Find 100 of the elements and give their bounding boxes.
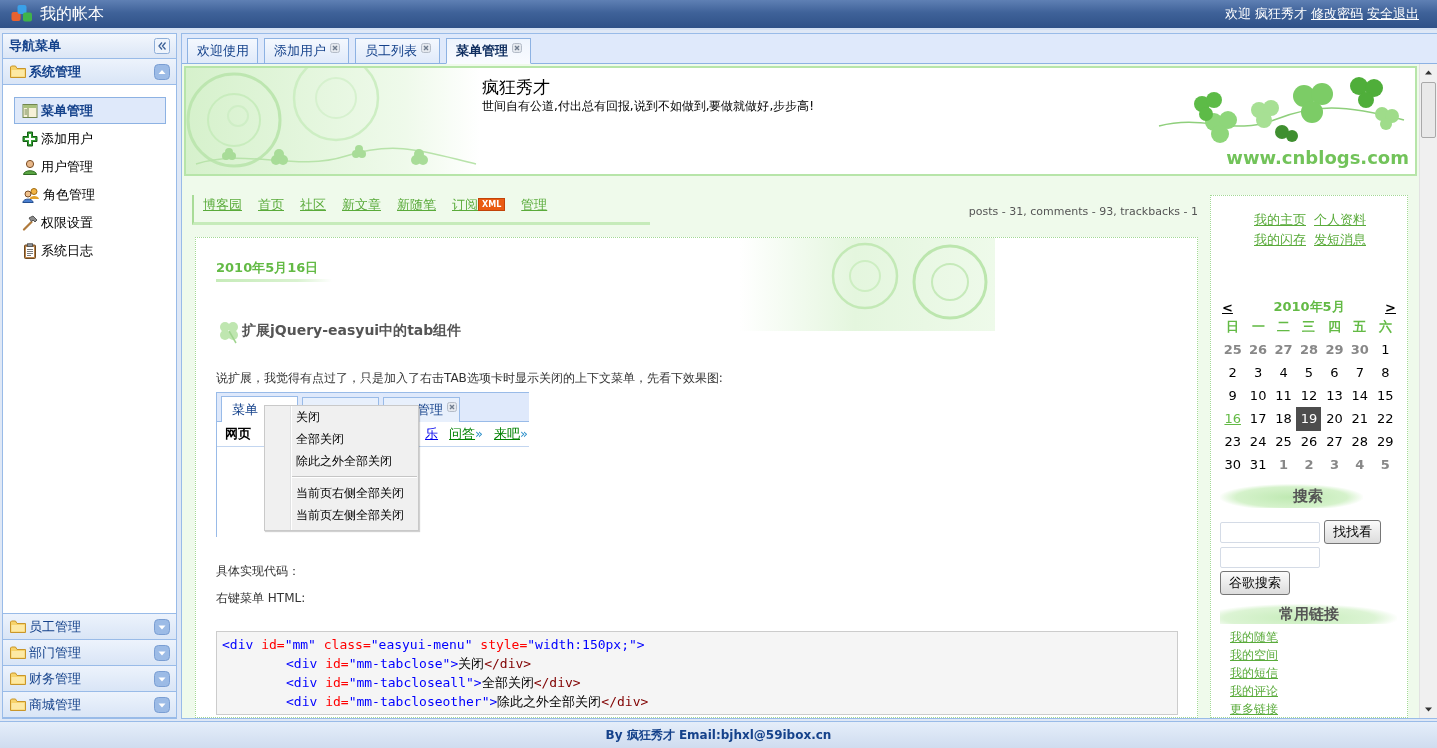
tab[interactable]: 员工列表: [355, 38, 440, 64]
figure-link[interactable]: 来吧»: [494, 425, 528, 443]
calendar-day: 10: [1248, 386, 1268, 405]
table-icon: [22, 102, 38, 119]
chevron-down-icon[interactable]: [154, 696, 170, 713]
scrollbar-thumb[interactable]: [1421, 82, 1436, 138]
chevron-up-icon[interactable]: [154, 63, 170, 80]
calendar-day: 4: [1354, 455, 1366, 474]
blog-subtitle: 世间自有公道,付出总有回报,说到不如做到,要做就做好,步步高!: [482, 98, 815, 114]
accordion-header[interactable]: 员工管理: [3, 614, 176, 640]
calendar-day: 1: [1278, 455, 1290, 474]
calendar-day: 8: [1380, 363, 1391, 382]
cubes-logo-icon: [11, 4, 33, 24]
weekday-label: 日: [1226, 318, 1240, 336]
calendar-day: 6: [1329, 363, 1340, 382]
panel-title: 导航菜单: [9, 37, 61, 55]
user-name: 疯狂秀才: [1255, 5, 1307, 23]
folder-icon: [10, 620, 26, 633]
figure-link[interactable]: 问答»: [449, 425, 484, 443]
calendar-day: 28: [1350, 432, 1370, 451]
menu-item[interactable]: 角色管理: [14, 181, 166, 208]
sidebar-heading: 搜索: [1220, 484, 1363, 508]
next-month-link[interactable]: >: [1383, 299, 1398, 315]
person-icon: [22, 158, 38, 175]
calendar-day: 27: [1325, 432, 1344, 451]
context-menu-item[interactable]: 当前页右侧全部关闭: [265, 482, 418, 504]
accordion-header[interactable]: 部门管理: [3, 640, 176, 666]
calendar-day: 2: [1227, 363, 1238, 382]
context-menu-item[interactable]: 当前页左侧全部关闭: [265, 504, 418, 526]
calendar-day: 28: [1298, 340, 1320, 359]
accordion-header[interactable]: 商城管理: [3, 692, 176, 718]
calendar-day: 27: [1273, 340, 1294, 359]
weekday-label: 四: [1327, 318, 1341, 336]
calendar-title: 2010年5月: [1273, 298, 1345, 316]
search-button[interactable]: 找找看: [1324, 520, 1381, 544]
close-icon[interactable]: [447, 402, 457, 412]
figure-link[interactable]: 乐: [425, 425, 439, 443]
code-line: <div id="mm-tabcloseall">全部关闭</div>: [285, 674, 581, 692]
sidebar-heading: 常用链接: [1220, 604, 1397, 624]
chevron-down-icon[interactable]: [154, 618, 170, 635]
context-menu-item[interactable]: 全部关闭: [265, 428, 418, 450]
folder-icon: [10, 646, 26, 659]
search-field[interactable]: [1220, 521, 1320, 543]
calendar-day: 18: [1274, 409, 1293, 428]
previous-month-link[interactable]: <: [1220, 299, 1235, 315]
chevron-down-icon[interactable]: [154, 644, 170, 661]
menu-item[interactable]: 权限设置: [14, 209, 166, 236]
xml-badge[interactable]: XML: [478, 198, 506, 211]
menu-item[interactable]: 系统日志: [14, 237, 166, 264]
double-chevron-left-icon[interactable]: [154, 38, 170, 54]
search-button[interactable]: 谷歌搜索: [1220, 571, 1290, 595]
calendar-day: 13: [1325, 386, 1344, 405]
calendar-day: 5: [1379, 455, 1391, 474]
calendar-day: 1: [1380, 340, 1391, 359]
post-paragraph: 右键菜单 HTML:: [216, 590, 307, 606]
calendar-day: 23: [1223, 432, 1242, 451]
post-title[interactable]: 扩展jQuery-easyui中的tab组件: [242, 322, 462, 340]
calendar-day: 24: [1248, 432, 1268, 451]
code-line: <div id="mm" class="easyui-menu" style="width:150px;">: [222, 636, 645, 654]
logout-link[interactable]: 安全退出: [1367, 5, 1419, 23]
weekday-label: 一: [1251, 318, 1265, 336]
welcome-text: 欢迎: [1225, 5, 1251, 23]
calendar-day: 2: [1303, 455, 1315, 474]
plus-icon: [22, 130, 38, 147]
calendar-day: 31: [1248, 455, 1268, 474]
calendar-day: 5: [1303, 363, 1315, 382]
calendar-day: 25: [1222, 340, 1243, 359]
calendar-day: 12: [1299, 386, 1319, 405]
search-field[interactable]: [1220, 547, 1320, 568]
tab[interactable]: 欢迎使用: [187, 38, 258, 64]
calendar-day: 29: [1324, 340, 1345, 359]
tab[interactable]: 添加用户: [264, 38, 349, 64]
banner-url-text: www.cnblogs.com: [1226, 148, 1409, 168]
code-line: <div id="mm-tabclose">关闭</div>: [285, 655, 532, 673]
menu-item[interactable]: 添加用户: [14, 125, 166, 152]
hammer-icon: [22, 214, 38, 231]
calendar-day: 30: [1349, 340, 1370, 359]
chevron-down-icon[interactable]: [154, 670, 170, 687]
calendar-day: 3: [1328, 455, 1340, 474]
folder-icon: [10, 65, 26, 78]
weekday-label: 五: [1353, 318, 1367, 336]
close-icon[interactable]: [421, 43, 431, 53]
calendar-day: 15: [1376, 386, 1395, 405]
menu-item[interactable]: 用户管理: [14, 153, 166, 180]
close-icon[interactable]: [330, 43, 340, 53]
figure-heading: 网页: [225, 425, 251, 443]
calendar-day: 17: [1248, 409, 1268, 428]
calendar-day: 7: [1354, 363, 1365, 382]
menu-item[interactable]: 菜单管理: [14, 97, 166, 124]
post-date: 2010年5月16日: [216, 259, 333, 282]
calendar-day: 29: [1376, 432, 1395, 451]
change-password-link[interactable]: 修改密码: [1311, 5, 1363, 23]
calendar-day: 9: [1227, 386, 1238, 405]
close-icon[interactable]: [512, 43, 522, 53]
accordion-header[interactable]: 财务管理: [3, 666, 176, 692]
calendar-day: 14: [1350, 386, 1370, 405]
accordion-header[interactable]: 系统管理: [3, 59, 176, 85]
context-menu-item[interactable]: 除此之外全部关闭: [265, 450, 418, 472]
tab[interactable]: 菜单管理: [446, 38, 531, 64]
footer-text: By 疯狂秀才 Email:bjhxl@59ibox.cn: [605, 726, 832, 744]
